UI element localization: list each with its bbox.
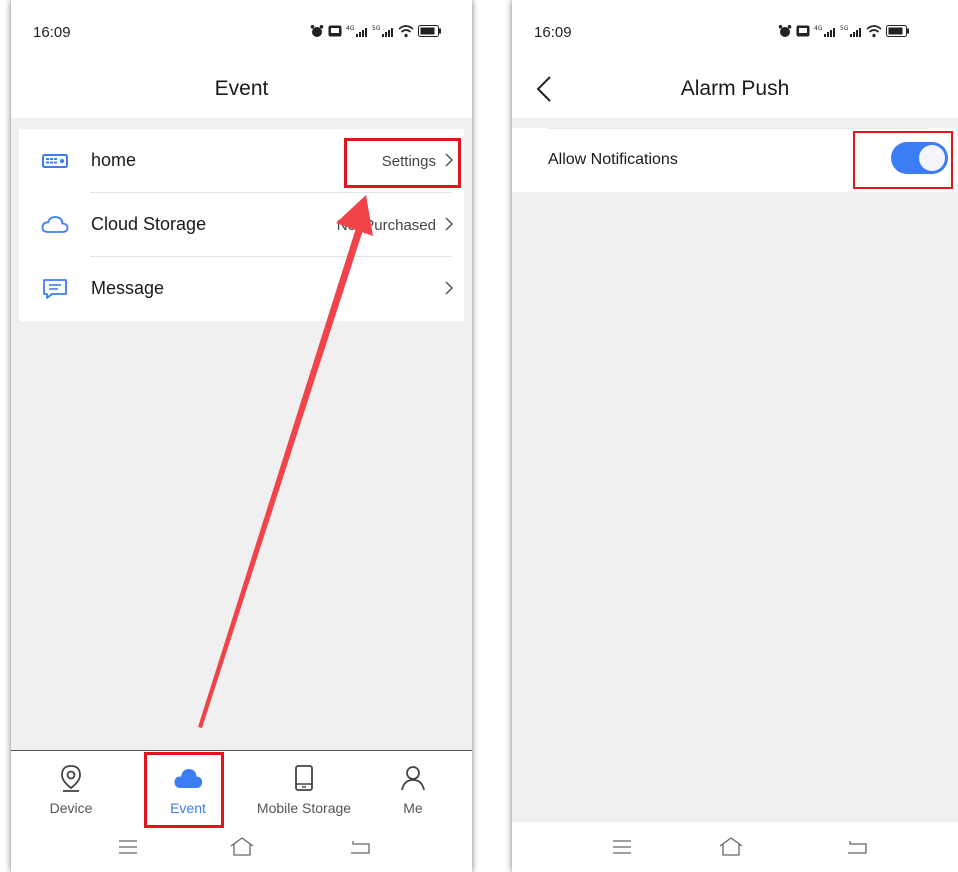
system-navigation-bar bbox=[512, 822, 958, 872]
alarm-push-screen: 16:09 4G 5G Alarm Push Allow Notificatio… bbox=[512, 0, 958, 872]
tab-event[interactable]: Event bbox=[133, 751, 243, 823]
allow-notifications-toggle[interactable] bbox=[891, 142, 948, 174]
tab-label: Event bbox=[170, 800, 206, 816]
list-item-label: home bbox=[91, 150, 137, 170]
signal-5g-icon: 5G bbox=[372, 25, 393, 37]
battery-icon bbox=[886, 25, 909, 37]
battery-icon bbox=[418, 25, 441, 37]
cloud-storage-status: Not Purchased bbox=[336, 217, 436, 234]
location-pin-icon bbox=[61, 765, 81, 792]
header: Event bbox=[11, 60, 472, 118]
svg-text:4G: 4G bbox=[346, 25, 355, 32]
status-time: 16:09 bbox=[534, 24, 572, 41]
back-gesture-icon[interactable] bbox=[844, 835, 870, 859]
settings-link[interactable]: Settings bbox=[382, 153, 436, 170]
tab-me[interactable]: Me bbox=[358, 751, 468, 823]
toggle-knob bbox=[919, 145, 945, 171]
cloud-filled-icon bbox=[174, 769, 203, 788]
list-item-home[interactable]: home Settings bbox=[19, 129, 464, 193]
list-item-label: Message bbox=[91, 278, 165, 298]
event-screen: 16:09 4G 5G Event home Settings Cloud St… bbox=[11, 0, 472, 872]
chevron-right-icon bbox=[445, 281, 454, 295]
hd-icon bbox=[328, 25, 342, 37]
divider bbox=[548, 128, 928, 129]
alarm-clock-icon bbox=[778, 25, 792, 37]
status-bar: 16:09 4G 5G bbox=[11, 0, 472, 60]
alarm-clock-icon bbox=[310, 25, 324, 37]
setting-label: Allow Notifications bbox=[548, 151, 678, 168]
hd-icon bbox=[796, 25, 810, 37]
page-title: Event bbox=[214, 77, 269, 100]
status-time: 16:09 bbox=[33, 24, 71, 41]
bottom-tab-bar: Device Event Mobile Storage Me bbox=[11, 750, 472, 823]
status-icons: 4G 5G bbox=[778, 22, 910, 40]
svg-text:4G: 4G bbox=[814, 25, 823, 32]
signal-4g-icon: 4G bbox=[814, 25, 835, 37]
message-icon bbox=[43, 279, 67, 299]
tab-mobile-storage[interactable]: Mobile Storage bbox=[249, 751, 359, 823]
signal-4g-icon: 4G bbox=[346, 25, 367, 37]
list-item-label: Cloud Storage bbox=[91, 214, 207, 234]
wifi-icon bbox=[398, 25, 414, 38]
tab-label: Device bbox=[49, 800, 93, 816]
tab-label: Mobile Storage bbox=[256, 800, 352, 816]
person-icon bbox=[401, 766, 425, 791]
wifi-icon bbox=[866, 25, 882, 38]
notification-setting-row: Allow Notifications bbox=[512, 128, 958, 192]
header: Alarm Push bbox=[512, 60, 958, 118]
home-icon[interactable] bbox=[718, 835, 744, 859]
menu-icon[interactable] bbox=[115, 835, 141, 859]
signal-5g-icon: 5G bbox=[840, 25, 861, 37]
status-icons: 4G 5G bbox=[310, 22, 442, 40]
chevron-right-icon bbox=[445, 153, 454, 167]
chevron-right-icon bbox=[445, 217, 454, 231]
status-bar: 16:09 4G 5G bbox=[512, 0, 958, 60]
svg-text:5G: 5G bbox=[372, 25, 381, 32]
page-title: Alarm Push bbox=[680, 77, 790, 100]
back-gesture-icon[interactable] bbox=[347, 835, 373, 859]
phone-icon bbox=[295, 765, 313, 791]
menu-icon[interactable] bbox=[609, 835, 635, 859]
home-icon[interactable] bbox=[229, 835, 255, 859]
svg-text:5G: 5G bbox=[840, 25, 849, 32]
list-item-cloud-storage[interactable]: Cloud Storage Not Purchased bbox=[19, 193, 464, 257]
list-item-message[interactable]: Message bbox=[19, 257, 464, 321]
tab-device[interactable]: Device bbox=[16, 751, 126, 823]
cloud-outline-icon bbox=[41, 216, 69, 233]
event-list: home Settings Cloud Storage Not Purchase… bbox=[19, 129, 464, 321]
system-navigation-bar bbox=[11, 822, 472, 872]
tab-label: Me bbox=[403, 800, 423, 816]
dvr-device-icon bbox=[42, 154, 68, 168]
